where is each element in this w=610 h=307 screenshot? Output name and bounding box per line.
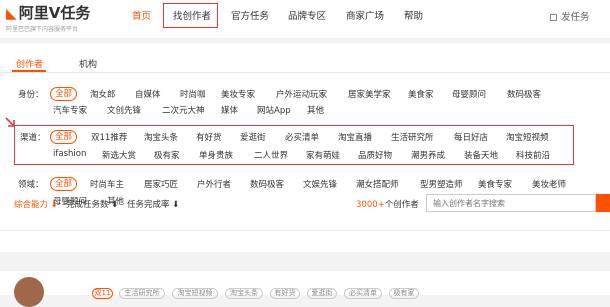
channel-option[interactable]: 二人世界 xyxy=(254,149,288,161)
creator-search-input[interactable] xyxy=(426,194,596,212)
filter-sort-divider xyxy=(0,230,610,231)
channel-option[interactable]: 淘宝直播 xyxy=(338,131,372,143)
field-option[interactable]: 数码极客 xyxy=(250,178,284,190)
brand-tagline: 阿里巴巴旗下内容服务平台 xyxy=(6,26,79,33)
channel-option[interactable]: 必买清单 xyxy=(285,131,319,143)
identity-option[interactable]: 户外运动玩家 xyxy=(276,88,327,100)
field-option[interactable]: 美食专家 xyxy=(478,178,512,190)
channel-option[interactable]: 装备天地 xyxy=(464,149,498,161)
identity-option[interactable]: 美食家 xyxy=(408,88,434,100)
nav-official-tasks[interactable]: 官方任务 xyxy=(231,8,269,22)
tab-creators[interactable]: 创作者 xyxy=(16,57,43,70)
channel-filter-label: 渠道： xyxy=(20,133,46,143)
channel-option[interactable]: 极有家 xyxy=(154,149,180,161)
identity-option-all[interactable]: 全部 xyxy=(50,87,77,101)
brand-name: 阿里V任务 xyxy=(18,4,91,22)
field-option[interactable]: 户外行者 xyxy=(197,178,231,190)
publish-label: 发任务 xyxy=(561,12,590,23)
sort-arrow-icon: ⬇ xyxy=(50,200,58,210)
identity-option[interactable]: 母婴顾问 xyxy=(452,88,486,100)
sort-tasks-completed[interactable]: 完成任务数 ⬇ xyxy=(66,198,118,210)
tab-divider xyxy=(0,72,610,73)
edit-icon xyxy=(550,14,557,21)
sort-completion-rate[interactable]: 任务完成率 ⬇ xyxy=(127,198,179,210)
identity-option[interactable]: 数码极客 xyxy=(507,88,541,100)
identity-option[interactable]: 其他 xyxy=(307,104,324,116)
filter-panel: 创作者 机构 身份： 全部 淘女郎 自媒体 时尚咖 美妆专家 户外运动玩家 居家… xyxy=(0,43,610,252)
channel-option-all[interactable]: 全部 xyxy=(50,130,77,144)
field-option[interactable]: 美妆老师 xyxy=(532,178,566,190)
identity-option[interactable]: 文创先锋 xyxy=(107,104,141,116)
field-option[interactable]: 时尚车主 xyxy=(90,178,124,190)
channel-option[interactable]: 品质好物 xyxy=(358,149,392,161)
identity-option[interactable]: 网站App xyxy=(257,104,291,116)
identity-option[interactable]: 汽车专家 xyxy=(53,104,87,116)
identity-option[interactable]: 淘女郎 xyxy=(90,88,116,100)
result-count: 3000+个创作者 xyxy=(356,200,419,210)
channel-option[interactable]: ifashion xyxy=(53,149,86,159)
field-option[interactable]: 潮女搭配师 xyxy=(356,178,399,190)
channel-option[interactable]: 双11推荐 xyxy=(91,131,127,143)
identity-option[interactable]: 媒体 xyxy=(221,104,238,116)
logo-mark-icon: ◣ xyxy=(6,6,17,22)
channel-option[interactable]: 淘宝短视频 xyxy=(506,131,549,143)
nav-brand-zone[interactable]: 品牌专区 xyxy=(288,8,326,22)
identity-filter-label: 身份： xyxy=(18,90,44,100)
channel-option[interactable]: 单身贵族 xyxy=(199,149,233,161)
creator-tag: 生活研究所 xyxy=(119,288,165,299)
publish-task-button[interactable]: 发任务 xyxy=(550,9,590,23)
identity-option[interactable]: 二次元大神 xyxy=(162,104,205,116)
nav-highlight-box xyxy=(163,3,218,28)
avatar[interactable] xyxy=(14,277,44,307)
field-option[interactable]: 居家巧匠 xyxy=(144,178,178,190)
nav-help[interactable]: 帮助 xyxy=(404,8,423,22)
channel-option[interactable]: 每日好店 xyxy=(454,131,488,143)
creator-tag: 双11 xyxy=(92,288,113,299)
creator-tag: 极有家 xyxy=(389,288,419,299)
top-header: ◣ 阿里V任务 阿里巴巴旗下内容服务平台 首页 找创作者 官方任务 品牌专区 商家… xyxy=(0,0,610,38)
sort-arrow-icon: ⬇ xyxy=(172,200,180,210)
channel-option[interactable]: 潮男养成 xyxy=(411,149,445,161)
sort-overall[interactable]: 综合能力 ⬇ xyxy=(14,198,58,210)
logo[interactable]: ◣ 阿里V任务 阿里巴巴旗下内容服务平台 xyxy=(6,4,90,33)
identity-option[interactable]: 自媒体 xyxy=(135,88,161,100)
identity-option[interactable]: 美妆专家 xyxy=(221,88,255,100)
nav-home[interactable]: 首页 xyxy=(132,8,151,22)
channel-option[interactable]: 家有萌娃 xyxy=(306,149,340,161)
identity-option[interactable]: 居家美学家 xyxy=(348,88,391,100)
field-filter-label: 领域： xyxy=(18,180,44,190)
creator-tag: 必买清单 xyxy=(344,288,382,299)
channel-option[interactable]: 淘宝头条 xyxy=(144,131,178,143)
field-option-all[interactable]: 全部 xyxy=(50,177,77,191)
nav-merchant-square[interactable]: 商家广场 xyxy=(346,8,384,22)
creator-tag: 有好货 xyxy=(270,288,300,299)
field-option[interactable]: 文娱先锋 xyxy=(303,178,337,190)
creator-tag: 淘宝头条 xyxy=(225,288,263,299)
field-option[interactable]: 型男塑造师 xyxy=(420,178,463,190)
creator-tag: 爱逛街 xyxy=(307,288,337,299)
channel-option[interactable]: 新选大赏 xyxy=(102,149,136,161)
channel-option[interactable]: 科技前沿 xyxy=(516,149,550,161)
channel-option[interactable]: 有好货 xyxy=(196,131,222,143)
creator-tag: 淘宝短视频 xyxy=(172,288,218,299)
channel-option[interactable]: 生活研究所 xyxy=(391,131,434,143)
identity-option[interactable]: 时尚咖 xyxy=(180,88,206,100)
tab-agencies[interactable]: 机构 xyxy=(79,57,97,70)
sort-arrow-icon: ⬇ xyxy=(111,200,119,210)
creator-card[interactable]: 双11 生活研究所 淘宝短视频 淘宝头条 有好货 爱逛街 必买清单 极有家 xyxy=(0,271,610,307)
search-button[interactable] xyxy=(596,194,610,212)
channel-option[interactable]: 爱逛街 xyxy=(240,131,266,143)
